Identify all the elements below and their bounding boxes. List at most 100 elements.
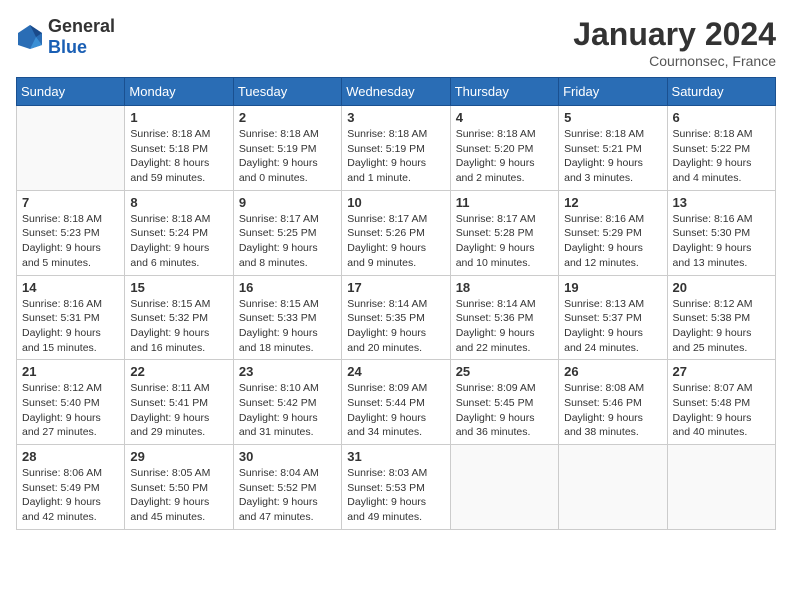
day-number: 16 bbox=[239, 280, 336, 295]
calendar-cell: 19 Sunrise: 8:13 AMSunset: 5:37 PMDayligh… bbox=[559, 275, 667, 360]
day-info: Sunrise: 8:16 AMSunset: 5:31 PMDaylight:… bbox=[22, 297, 119, 356]
day-info: Sunrise: 8:15 AMSunset: 5:33 PMDaylight:… bbox=[239, 297, 336, 356]
day-info: Sunrise: 8:15 AMSunset: 5:32 PMDaylight:… bbox=[130, 297, 227, 356]
day-number: 18 bbox=[456, 280, 553, 295]
day-info: Sunrise: 8:08 AMSunset: 5:46 PMDaylight:… bbox=[564, 381, 661, 440]
day-info: Sunrise: 8:18 AMSunset: 5:21 PMDaylight:… bbox=[564, 127, 661, 186]
day-info: Sunrise: 8:14 AMSunset: 5:36 PMDaylight:… bbox=[456, 297, 553, 356]
weekday-header-friday: Friday bbox=[559, 78, 667, 106]
logo-text: General Blue bbox=[48, 16, 115, 58]
calendar-cell: 16 Sunrise: 8:15 AMSunset: 5:33 PMDayligh… bbox=[233, 275, 341, 360]
calendar-cell: 6 Sunrise: 8:18 AMSunset: 5:22 PMDaylight… bbox=[667, 106, 775, 191]
day-info: Sunrise: 8:18 AMSunset: 5:18 PMDaylight:… bbox=[130, 127, 227, 186]
calendar-cell: 29 Sunrise: 8:05 AMSunset: 5:50 PMDayligh… bbox=[125, 445, 233, 530]
day-info: Sunrise: 8:11 AMSunset: 5:41 PMDaylight:… bbox=[130, 381, 227, 440]
calendar-cell: 30Sunrise: 8:04 AMSunset: 5:52 PMDayligh… bbox=[233, 445, 341, 530]
calendar-cell: 14 Sunrise: 8:16 AMSunset: 5:31 PMDayligh… bbox=[17, 275, 125, 360]
calendar-cell: 1 Sunrise: 8:18 AMSunset: 5:18 PMDaylight… bbox=[125, 106, 233, 191]
day-number: 25 bbox=[456, 364, 553, 379]
logo-icon bbox=[16, 23, 44, 51]
day-info: Sunrise: 8:09 AMSunset: 5:45 PMDaylight:… bbox=[456, 381, 553, 440]
calendar-cell: 31Sunrise: 8:03 AMSunset: 5:53 PMDayligh… bbox=[342, 445, 450, 530]
calendar-cell: 4 Sunrise: 8:18 AMSunset: 5:20 PMDaylight… bbox=[450, 106, 558, 191]
day-number: 15 bbox=[130, 280, 227, 295]
calendar-cell: 11Sunrise: 8:17 AMSunset: 5:28 PMDayligh… bbox=[450, 190, 558, 275]
day-info: Sunrise: 8:16 AMSunset: 5:29 PMDaylight:… bbox=[564, 212, 661, 271]
weekday-header-tuesday: Tuesday bbox=[233, 78, 341, 106]
day-info: Sunrise: 8:16 AMSunset: 5:30 PMDaylight:… bbox=[673, 212, 770, 271]
day-info: Sunrise: 8:17 AMSunset: 5:25 PMDaylight:… bbox=[239, 212, 336, 271]
calendar-cell: 13 Sunrise: 8:16 AMSunset: 5:30 PMDayligh… bbox=[667, 190, 775, 275]
day-number: 11 bbox=[456, 195, 553, 210]
day-number: 1 bbox=[130, 110, 227, 125]
weekday-header-thursday: Thursday bbox=[450, 78, 558, 106]
calendar-cell: 3 Sunrise: 8:18 AMSunset: 5:19 PMDaylight… bbox=[342, 106, 450, 191]
day-number: 3 bbox=[347, 110, 444, 125]
calendar-cell: 28 Sunrise: 8:06 AMSunset: 5:49 PMDayligh… bbox=[17, 445, 125, 530]
calendar-cell: 9 Sunrise: 8:17 AMSunset: 5:25 PMDaylight… bbox=[233, 190, 341, 275]
calendar-cell: 20 Sunrise: 8:12 AMSunset: 5:38 PMDayligh… bbox=[667, 275, 775, 360]
weekday-header-monday: Monday bbox=[125, 78, 233, 106]
day-info: Sunrise: 8:17 AMSunset: 5:26 PMDaylight:… bbox=[347, 212, 444, 271]
day-number: 24 bbox=[347, 364, 444, 379]
day-number: 14 bbox=[22, 280, 119, 295]
calendar-cell: 12Sunrise: 8:16 AMSunset: 5:29 PMDayligh… bbox=[559, 190, 667, 275]
calendar-cell: 22Sunrise: 8:11 AMSunset: 5:41 PMDayligh… bbox=[125, 360, 233, 445]
day-number: 27 bbox=[673, 364, 770, 379]
day-number: 23 bbox=[239, 364, 336, 379]
day-info: Sunrise: 8:18 AMSunset: 5:19 PMDaylight:… bbox=[239, 127, 336, 186]
calendar-week-row: 21 Sunrise: 8:12 AMSunset: 5:40 PMDayligh… bbox=[17, 360, 776, 445]
calendar-cell: 10Sunrise: 8:17 AMSunset: 5:26 PMDayligh… bbox=[342, 190, 450, 275]
day-info: Sunrise: 8:14 AMSunset: 5:35 PMDaylight:… bbox=[347, 297, 444, 356]
calendar-week-row: 1 Sunrise: 8:18 AMSunset: 5:18 PMDaylight… bbox=[17, 106, 776, 191]
calendar-cell: 18 Sunrise: 8:14 AMSunset: 5:36 PMDayligh… bbox=[450, 275, 558, 360]
day-number: 9 bbox=[239, 195, 336, 210]
day-number: 26 bbox=[564, 364, 661, 379]
day-info: Sunrise: 8:05 AMSunset: 5:50 PMDaylight:… bbox=[130, 466, 227, 525]
day-info: Sunrise: 8:18 AMSunset: 5:22 PMDaylight:… bbox=[673, 127, 770, 186]
calendar-cell bbox=[559, 445, 667, 530]
title-block: January 2024 Cournonsec, France bbox=[573, 16, 776, 69]
calendar-cell: 7 Sunrise: 8:18 AMSunset: 5:23 PMDaylight… bbox=[17, 190, 125, 275]
day-number: 20 bbox=[673, 280, 770, 295]
weekday-header-saturday: Saturday bbox=[667, 78, 775, 106]
day-number: 5 bbox=[564, 110, 661, 125]
day-number: 6 bbox=[673, 110, 770, 125]
day-number: 17 bbox=[347, 280, 444, 295]
day-info: Sunrise: 8:09 AMSunset: 5:44 PMDaylight:… bbox=[347, 381, 444, 440]
day-info: Sunrise: 8:18 AMSunset: 5:24 PMDaylight:… bbox=[130, 212, 227, 271]
day-number: 28 bbox=[22, 449, 119, 464]
calendar-cell: 26 Sunrise: 8:08 AMSunset: 5:46 PMDayligh… bbox=[559, 360, 667, 445]
day-number: 21 bbox=[22, 364, 119, 379]
day-info: Sunrise: 8:12 AMSunset: 5:38 PMDaylight:… bbox=[673, 297, 770, 356]
day-info: Sunrise: 8:18 AMSunset: 5:23 PMDaylight:… bbox=[22, 212, 119, 271]
day-info: Sunrise: 8:18 AMSunset: 5:19 PMDaylight:… bbox=[347, 127, 444, 186]
day-info: Sunrise: 8:06 AMSunset: 5:49 PMDaylight:… bbox=[22, 466, 119, 525]
logo: General Blue bbox=[16, 16, 115, 58]
weekday-header-wednesday: Wednesday bbox=[342, 78, 450, 106]
location-subtitle: Cournonsec, France bbox=[573, 53, 776, 69]
weekday-header-sunday: Sunday bbox=[17, 78, 125, 106]
calendar-cell: 15 Sunrise: 8:15 AMSunset: 5:32 PMDayligh… bbox=[125, 275, 233, 360]
day-number: 4 bbox=[456, 110, 553, 125]
day-number: 13 bbox=[673, 195, 770, 210]
calendar-cell: 27 Sunrise: 8:07 AMSunset: 5:48 PMDayligh… bbox=[667, 360, 775, 445]
day-info: Sunrise: 8:12 AMSunset: 5:40 PMDaylight:… bbox=[22, 381, 119, 440]
day-number: 29 bbox=[130, 449, 227, 464]
calendar-cell bbox=[450, 445, 558, 530]
calendar-cell: 23Sunrise: 8:10 AMSunset: 5:42 PMDayligh… bbox=[233, 360, 341, 445]
day-info: Sunrise: 8:07 AMSunset: 5:48 PMDaylight:… bbox=[673, 381, 770, 440]
day-number: 2 bbox=[239, 110, 336, 125]
calendar-cell: 24 Sunrise: 8:09 AMSunset: 5:44 PMDayligh… bbox=[342, 360, 450, 445]
day-number: 30 bbox=[239, 449, 336, 464]
day-info: Sunrise: 8:03 AMSunset: 5:53 PMDaylight:… bbox=[347, 466, 444, 525]
calendar-cell: 21 Sunrise: 8:12 AMSunset: 5:40 PMDayligh… bbox=[17, 360, 125, 445]
day-number: 7 bbox=[22, 195, 119, 210]
calendar-cell bbox=[667, 445, 775, 530]
weekday-header-row: SundayMondayTuesdayWednesdayThursdayFrid… bbox=[17, 78, 776, 106]
page-header: General Blue January 2024 Cournonsec, Fr… bbox=[16, 16, 776, 69]
day-info: Sunrise: 8:13 AMSunset: 5:37 PMDaylight:… bbox=[564, 297, 661, 356]
day-number: 19 bbox=[564, 280, 661, 295]
day-info: Sunrise: 8:18 AMSunset: 5:20 PMDaylight:… bbox=[456, 127, 553, 186]
calendar-cell bbox=[17, 106, 125, 191]
